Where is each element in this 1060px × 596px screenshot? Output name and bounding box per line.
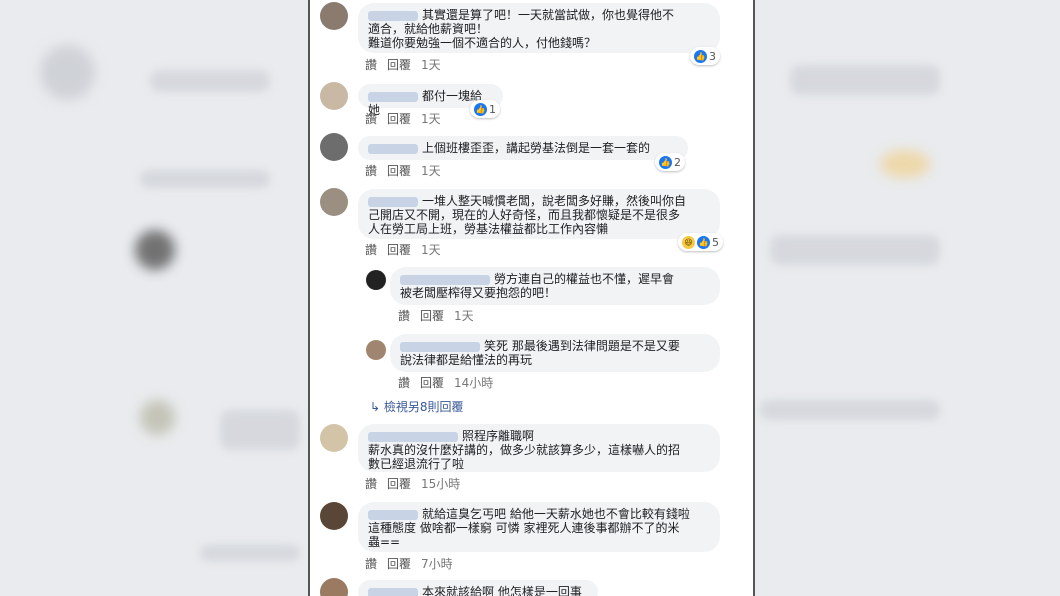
reply-link[interactable]: 回覆 [387, 58, 411, 72]
reply-link[interactable]: 回覆 [387, 557, 411, 571]
like-link[interactable]: 讚 [365, 58, 377, 72]
reply-link[interactable]: 回覆 [420, 309, 444, 323]
blurred-avatar [135, 230, 175, 270]
timestamp[interactable]: 1天 [421, 58, 441, 72]
commenter-name[interactable] [368, 91, 418, 102]
comment-actions: 讚回覆 7小時 [365, 555, 463, 572]
reaction-count[interactable]: 👍 2 [655, 153, 685, 171]
comment-actions: 讚回覆 1天 [365, 162, 451, 179]
avatar[interactable] [366, 340, 386, 360]
reply-link[interactable]: 回覆 [387, 164, 411, 178]
comment-actions: 讚回覆 1天 [365, 56, 451, 73]
comment-actions: 讚回覆 1天 [365, 110, 451, 127]
avatar[interactable] [320, 82, 348, 110]
reply-arrow-icon: ↳ [370, 400, 384, 414]
blurred-text [150, 70, 270, 92]
reaction-count[interactable]: 👍 1 [470, 100, 500, 118]
like-link[interactable]: 讚 [365, 164, 377, 178]
comment-bubble: 上個班樓歪歪，講起勞基法倒是一套一套的 [358, 136, 688, 160]
like-link[interactable]: 讚 [398, 309, 410, 323]
comment-bubble: 照程序離職啊 薪水真的沒什麼好講的，做多少就該算多少，這樣嚇人的招 數已經退流行… [358, 424, 720, 472]
comment-bubble: 就給這臭乞丐吧 給他一天薪水她也不會比較有錢啦 這種態度 做啥都一樣窮 可憐 家… [358, 502, 720, 552]
reaction-count[interactable]: 👍 3 [690, 47, 720, 65]
avatar[interactable] [320, 2, 348, 30]
like-icon: 👍 [697, 235, 710, 249]
timestamp[interactable]: 7小時 [421, 557, 453, 571]
commenter-name[interactable] [368, 143, 418, 154]
haha-icon: 😆 [682, 235, 695, 249]
like-link[interactable]: 讚 [365, 243, 377, 257]
avatar[interactable] [320, 133, 348, 161]
comment-actions: 讚回覆 14小時 [398, 374, 503, 391]
reply-bubble: 勞方連自己的權益也不懂，遲早會 被老闆壓榨得又要抱怨的吧！ [390, 267, 720, 305]
blurred-text [200, 545, 300, 561]
comment-text: 本來就該給啊 他怎樣是一回事 [422, 585, 582, 596]
reply-bubble: 笑死 那最後遇到法律問題是不是又要 說法律都是給懂法的再玩 [390, 334, 720, 372]
reply-link[interactable]: 回覆 [387, 243, 411, 257]
comment-bubble: 其實還是算了吧！一天就當試做，你也覺得他不 適合，就給他薪資吧！ 難道你要勉強一… [358, 3, 720, 53]
blurred-reaction [880, 150, 930, 178]
timestamp[interactable]: 14小時 [454, 376, 493, 390]
like-icon: 👍 [474, 102, 487, 116]
blurred-avatar [140, 400, 175, 435]
like-icon: 👍 [659, 155, 672, 169]
timestamp[interactable]: 1天 [454, 309, 474, 323]
blurred-text [770, 235, 940, 265]
comments-panel: 其實還是算了吧！一天就當試做，你也覺得他不 適合，就給他薪資吧！ 難道你要勉強一… [308, 0, 755, 596]
reply-link[interactable]: 回覆 [387, 112, 411, 126]
commenter-name[interactable] [368, 587, 418, 596]
reaction-count[interactable]: 😆 👍 5 [678, 233, 723, 251]
comment-bubble: 一堆人整天喊慣老闆，說老闆多好賺，然後叫你自 己開店又不開，現在的人好奇怪，而且… [358, 189, 720, 239]
timestamp[interactable]: 1天 [421, 112, 441, 126]
avatar[interactable] [320, 578, 348, 596]
reply-link[interactable]: 回覆 [420, 376, 444, 390]
comment-actions: 讚回覆 15小時 [365, 475, 470, 492]
like-icon: 👍 [694, 49, 707, 63]
commenter-name[interactable] [400, 341, 480, 352]
blurred-text [220, 410, 300, 450]
blurred-text [760, 400, 940, 420]
timestamp[interactable]: 15小時 [421, 477, 460, 491]
commenter-name[interactable] [400, 274, 490, 285]
avatar[interactable] [320, 424, 348, 452]
like-link[interactable]: 讚 [365, 112, 377, 126]
commenter-name[interactable] [368, 196, 418, 207]
blurred-text [140, 170, 270, 188]
timestamp[interactable]: 1天 [421, 243, 441, 257]
commenter-name[interactable] [368, 509, 418, 520]
blurred-text [790, 65, 940, 95]
timestamp[interactable]: 1天 [421, 164, 441, 178]
commenter-name[interactable] [368, 10, 418, 21]
like-link[interactable]: 讚 [365, 557, 377, 571]
comment-actions: 讚回覆 1天 [398, 307, 484, 324]
comment-bubble: 本來就該給啊 他怎樣是一回事 [358, 580, 598, 596]
comment-actions: 讚回覆 1天 [365, 241, 451, 258]
reply-link[interactable]: 回覆 [387, 477, 411, 491]
avatar[interactable] [366, 270, 386, 290]
commenter-name[interactable] [368, 431, 458, 442]
comment-text: 上個班樓歪歪，講起勞基法倒是一套一套的 [422, 141, 651, 155]
avatar[interactable] [320, 188, 348, 216]
like-link[interactable]: 讚 [365, 477, 377, 491]
view-more-replies[interactable]: ↳ 檢視另8則回覆 [370, 398, 464, 415]
blurred-avatar [40, 45, 95, 100]
avatar[interactable] [320, 502, 348, 530]
like-link[interactable]: 讚 [398, 376, 410, 390]
